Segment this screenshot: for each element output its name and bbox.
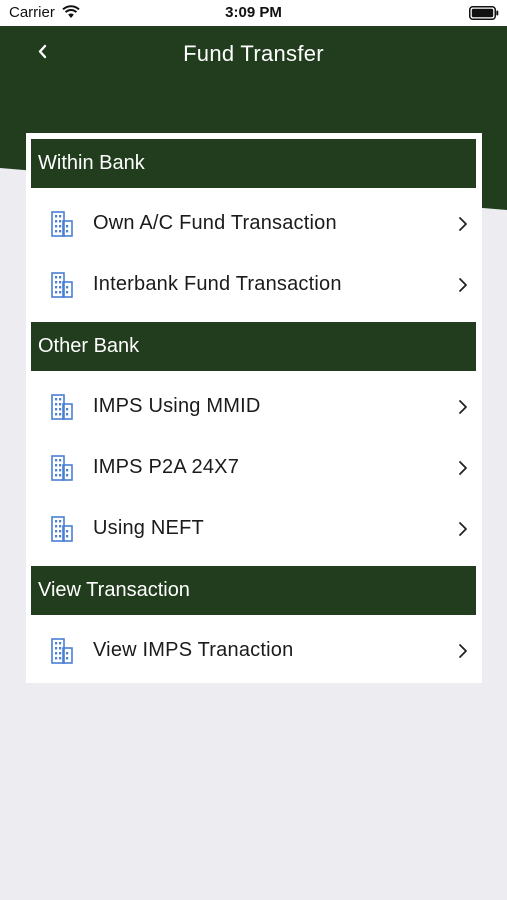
menu-item-view-imps-transaction[interactable]: View IMPS Tranaction [26, 621, 482, 682]
menu-item-label: Interbank Fund Transaction [93, 273, 342, 295]
menu-item-label: IMPS Using MMID [93, 395, 261, 417]
navigation-bar: Fund Transfer [0, 26, 507, 82]
menu-item-interbank-fund-transaction[interactable]: Interbank Fund Transaction [26, 255, 482, 316]
status-time: 3:09 PM [225, 4, 282, 21]
status-bar: Carrier 3:09 PM [0, 0, 507, 26]
page-title: Fund Transfer [183, 41, 324, 66]
menu-item-label: View IMPS Tranaction [93, 639, 294, 661]
section-header-within-bank: Within Bank [31, 139, 476, 188]
section-header-other-bank: Other Bank [31, 322, 476, 371]
section-header-view-transaction: View Transaction [31, 566, 476, 615]
building-icon [51, 638, 73, 664]
menu-item-using-neft[interactable]: Using NEFT [26, 499, 482, 560]
chevron-right-icon [459, 217, 467, 231]
chevron-right-icon [459, 644, 467, 658]
building-icon [51, 394, 73, 420]
building-icon [51, 455, 73, 481]
battery-icon [469, 6, 499, 20]
chevron-right-icon [459, 522, 467, 536]
menu-item-imps-p2a-24x7[interactable]: IMPS P2A 24X7 [26, 438, 482, 499]
building-icon [51, 211, 73, 237]
chevron-right-icon [459, 400, 467, 414]
fund-transfer-screen: Carrier 3:09 PM Fund Transfer Within Ban… [0, 0, 507, 900]
chevron-right-icon [459, 461, 467, 475]
transfer-menu-card: Within Bank Own A/C Fund Transaction Int… [26, 133, 482, 683]
menu-item-label: IMPS P2A 24X7 [93, 456, 240, 478]
menu-item-label: Own A/C Fund Transaction [93, 212, 337, 234]
building-icon [51, 516, 73, 542]
menu-item-label: Using NEFT [93, 517, 204, 539]
menu-item-own-ac-fund-transaction[interactable]: Own A/C Fund Transaction [26, 194, 482, 255]
building-icon [51, 272, 73, 298]
chevron-right-icon [459, 278, 467, 292]
menu-item-imps-using-mmid[interactable]: IMPS Using MMID [26, 377, 482, 438]
